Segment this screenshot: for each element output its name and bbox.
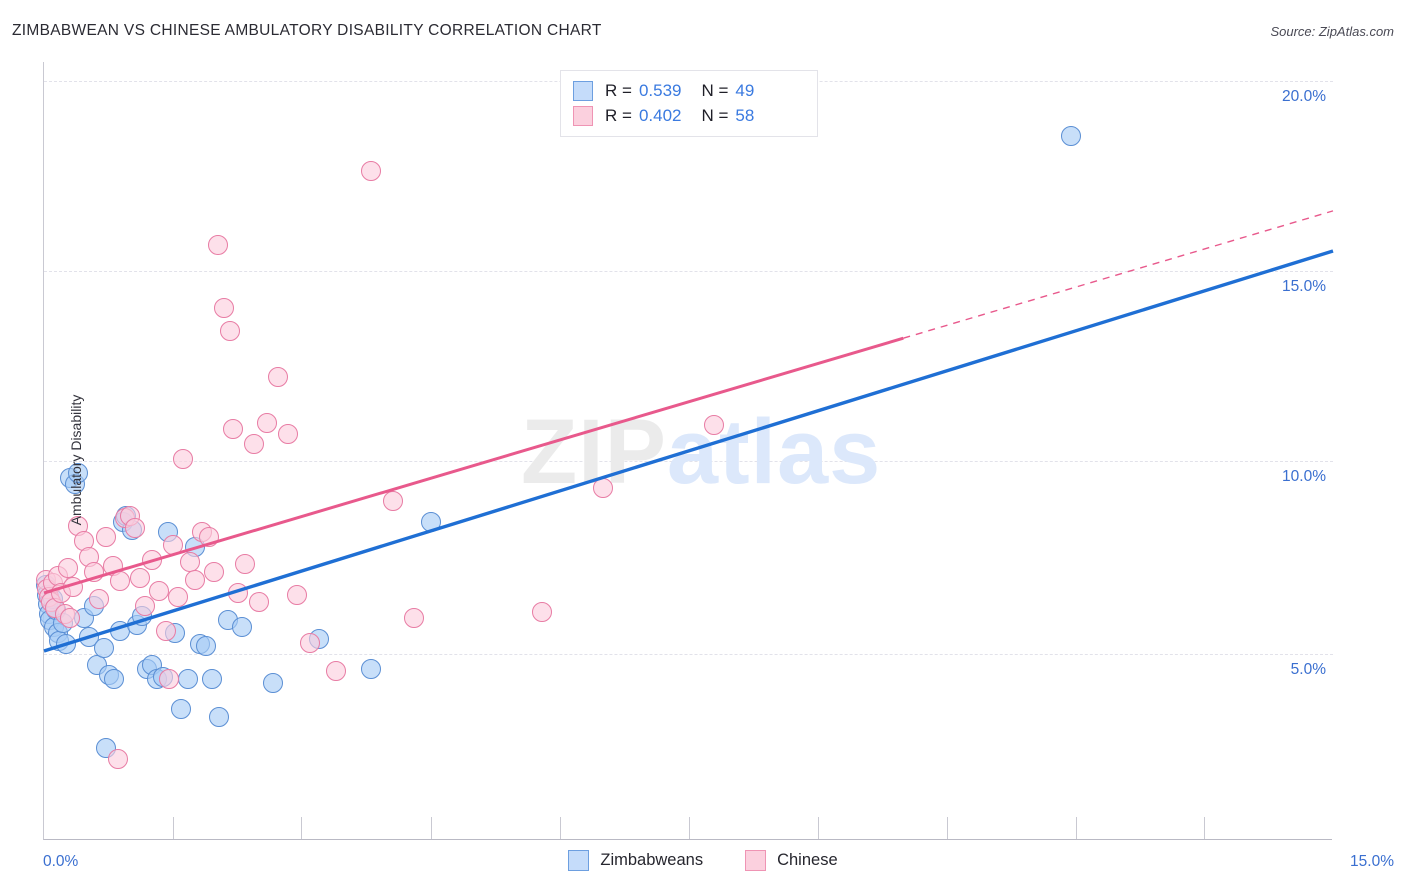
series-legend: Zimbabweans Chinese: [0, 850, 1406, 871]
correlation-row-zimbabweans: R = 0.539 N = 49: [573, 78, 805, 103]
r-value: 0.539: [638, 80, 682, 100]
n-value: 49: [735, 80, 755, 100]
n-value: 58: [735, 105, 755, 125]
legend-swatch-blue: [573, 80, 593, 101]
chart-root: ZIMBABWEAN VS CHINESE AMBULATORY DISABIL…: [0, 0, 1406, 892]
trendline-blue: [43, 249, 1334, 653]
plot-area: ZIPatlas 20.0% 15.0% 10.0% 5.0% Ambulato…: [35, 62, 1334, 840]
trendlines-layer: [43, 210, 1334, 653]
y-tick-label-10: 10.0%: [1282, 468, 1326, 485]
series-legend-item-chinese[interactable]: Chinese: [745, 850, 838, 871]
series-swatch-pink: [745, 850, 767, 871]
page-title: ZIMBABWEAN VS CHINESE AMBULATORY DISABIL…: [12, 22, 602, 39]
series-label: Zimbabweans: [600, 851, 704, 869]
y-axis-title: Ambulatory Disability: [68, 394, 84, 526]
y-tick-label-15: 15.0%: [1282, 278, 1326, 295]
correlation-legend: R = 0.539 N = 49 R = 0.402 N = 58: [560, 70, 818, 137]
source-attribution: Source: ZipAtlas.com: [1270, 24, 1394, 39]
n-label: N =: [701, 80, 729, 100]
series-label: Chinese: [777, 851, 838, 869]
r-label: R =: [605, 80, 632, 100]
n-label: N =: [701, 105, 729, 125]
correlation-row-chinese: R = 0.402 N = 58: [573, 103, 805, 128]
series-legend-item-zimbabweans[interactable]: Zimbabweans: [568, 850, 703, 871]
legend-swatch-pink: [573, 105, 593, 126]
y-tick-label-5: 5.0%: [1290, 661, 1326, 678]
trendline-pink-solid: [43, 336, 904, 595]
series-swatch-blue: [568, 850, 590, 871]
r-label: R =: [605, 105, 632, 125]
r-value: 0.402: [638, 105, 682, 125]
y-tick-label-20: 20.0%: [1282, 88, 1326, 105]
